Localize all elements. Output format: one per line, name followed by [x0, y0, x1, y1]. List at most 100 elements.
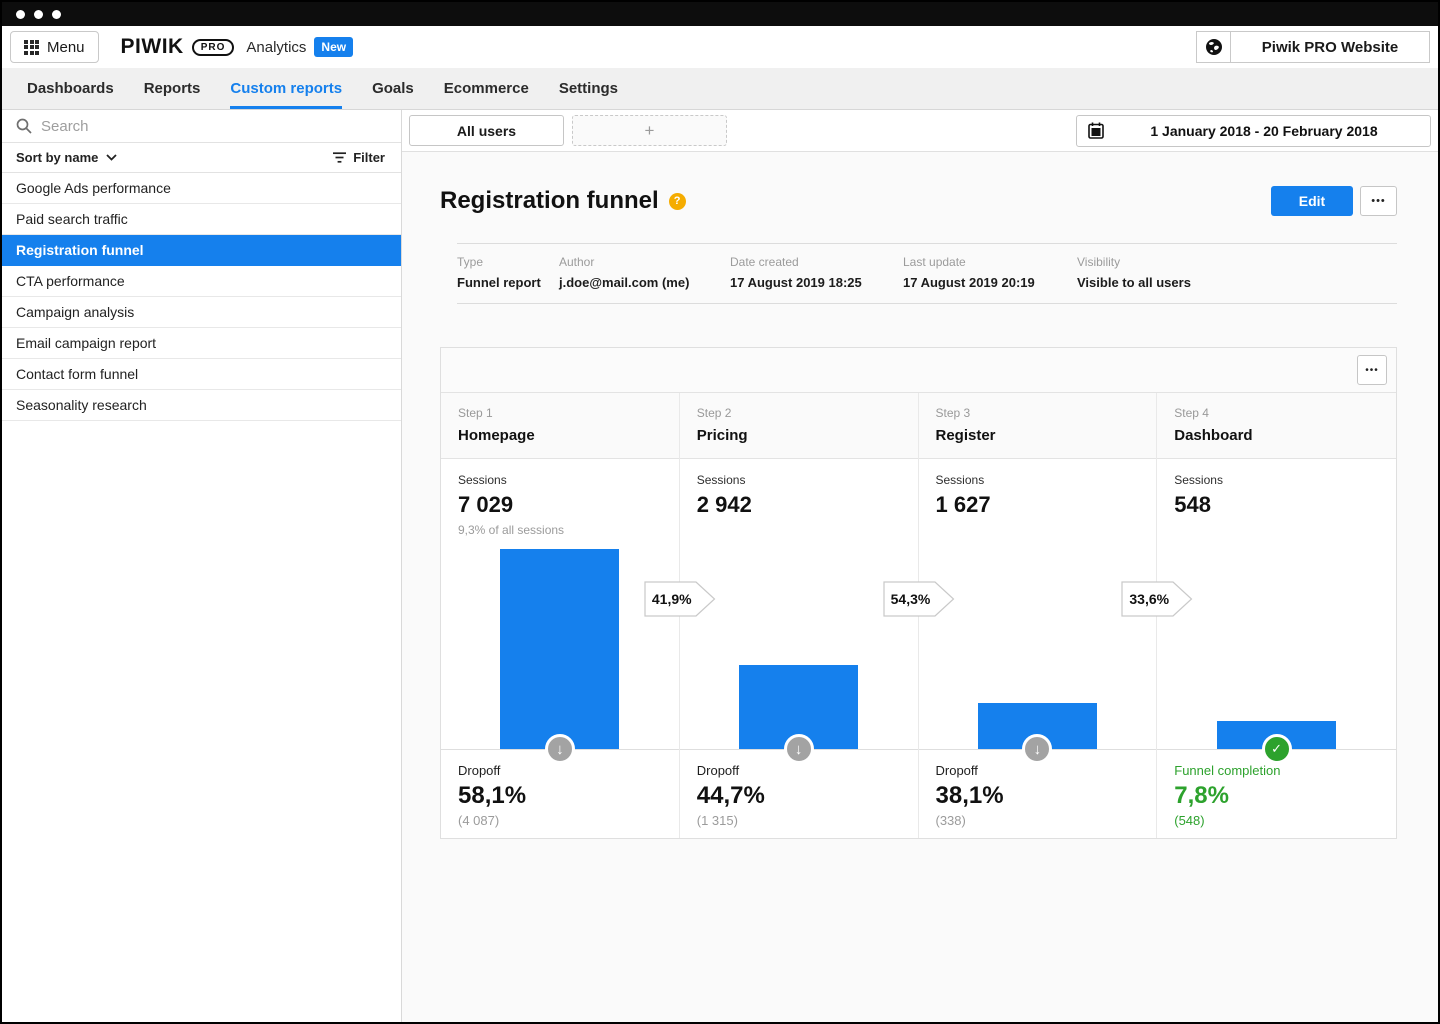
sidebar-item-registration-funnel[interactable]: Registration funnel [2, 235, 401, 266]
edit-button[interactable]: Edit [1271, 186, 1353, 216]
sort-label: Sort by name [16, 150, 98, 165]
sessions-value: 548 [1174, 492, 1379, 518]
filter-label: Filter [353, 150, 385, 165]
plus-icon: + [645, 121, 655, 141]
window-titlebar [2, 2, 1438, 26]
sessions-block: Sessions548 [1157, 459, 1396, 518]
more-options-button[interactable]: ••• [1360, 186, 1397, 216]
step-name: Pricing [697, 427, 901, 444]
meta-label: Visibility [1077, 255, 1191, 269]
stat-value: 7,8% [1174, 782, 1379, 810]
sessions-label: Sessions [697, 473, 901, 487]
grid-menu-icon [24, 40, 39, 55]
stat-value: 44,7% [697, 782, 901, 810]
brand-logo: PIWIK PRO Analytics New [121, 35, 354, 59]
step-name: Register [936, 427, 1140, 444]
date-range-text: 1 January 2018 - 20 February 2018 [1116, 123, 1430, 139]
sidebar-item-google-ads-performance[interactable]: Google Ads performance [2, 173, 401, 204]
dropoff-arrow-marker: ↓ [1022, 734, 1052, 764]
segment-all-users-button[interactable]: All users [409, 115, 564, 146]
sidebar: Sort by name Filter Google Ads performan… [2, 110, 402, 1022]
sidebar-item-contact-form-funnel[interactable]: Contact form funnel [2, 359, 401, 390]
page-title: Registration funnel [440, 187, 659, 215]
search-row [2, 110, 401, 143]
step-header: Step 3Register [919, 393, 1157, 459]
menu-label: Menu [47, 39, 85, 56]
tab-goals[interactable]: Goals [372, 68, 414, 109]
window-control-icon[interactable] [34, 10, 43, 19]
funnel-card: ••• Step 1HomepageSessions7 0299,3% of a… [440, 347, 1397, 839]
help-icon[interactable]: ? [669, 193, 686, 210]
site-selector[interactable]: Piwik PRO Website [1196, 31, 1430, 63]
funnel-bar[interactable] [500, 549, 619, 749]
meta-visibility: Visibility Visible to all users [1077, 255, 1191, 290]
sidebar-item-cta-performance[interactable]: CTA performance [2, 266, 401, 297]
sessions-label: Sessions [458, 473, 662, 487]
stat-value: 38,1% [936, 782, 1140, 810]
app-header: Menu PIWIK PRO Analytics New Piwik PRO W… [2, 26, 1438, 68]
meta-value: 17 August 2019 20:19 [903, 275, 1077, 290]
transition-badge: 54,3% [883, 581, 955, 617]
search-input[interactable] [41, 118, 387, 135]
sort-row: Sort by name Filter [2, 143, 401, 173]
globe-icon[interactable] [1196, 31, 1230, 63]
filter-button[interactable]: Filter [333, 150, 385, 165]
meta-value: Visible to all users [1077, 275, 1191, 290]
report-title-row: Registration funnel ? Edit ••• [440, 186, 1397, 216]
sidebar-item-paid-search-traffic[interactable]: Paid search traffic [2, 204, 401, 235]
chart-zone: ↓ [919, 550, 1157, 750]
date-range-picker[interactable]: 1 January 2018 - 20 February 2018 [1076, 115, 1431, 147]
product-name: Analytics [246, 39, 306, 56]
search-icon [16, 118, 32, 134]
meta-value: Funnel report [457, 275, 559, 290]
meta-last-update: Last update 17 August 2019 20:19 [903, 255, 1077, 290]
sessions-value: 2 942 [697, 492, 901, 518]
stat-label: Dropoff [697, 763, 901, 778]
menu-button[interactable]: Menu [10, 31, 99, 63]
sessions-label: Sessions [936, 473, 1140, 487]
calendar-icon [1088, 122, 1104, 139]
sessions-block: Sessions 1 627 [919, 459, 1157, 518]
tab-settings[interactable]: Settings [559, 68, 618, 109]
sidebar-item-email-campaign-report[interactable]: Email campaign report [2, 328, 401, 359]
window-control-icon[interactable] [16, 10, 25, 19]
step-header: Step 2Pricing [680, 393, 918, 459]
stat-count: (338) [936, 813, 1140, 828]
chart-zone: ↓ [680, 550, 918, 750]
step-header: Step 4Dashboard [1157, 393, 1396, 459]
meta-date-created: Date created17 August 2019 18:25 [730, 255, 903, 290]
funnel-more-options-button[interactable]: ••• [1357, 355, 1387, 385]
sidebar-item-seasonality-research[interactable]: Seasonality research [2, 390, 401, 421]
dropoff-arrow-marker: ↓ [545, 734, 575, 764]
add-segment-button[interactable]: + [572, 115, 727, 146]
sessions-value: 1 627 [936, 492, 1140, 518]
segment-toolbar: All users + 1 January 2018 - 20 February… [402, 110, 1438, 152]
meta-value: 17 August 2019 18:25 [730, 275, 903, 290]
window-control-icon[interactable] [52, 10, 61, 19]
new-badge: New [314, 37, 353, 57]
report-content: Registration funnel ? Edit ••• TypeFunne… [402, 152, 1438, 1022]
meta-label: Last update [903, 255, 1077, 269]
step-label: Step 1 [458, 406, 662, 420]
sidebar-item-campaign-analysis[interactable]: Campaign analysis [2, 297, 401, 328]
sessions-block: Sessions 2 942 [680, 459, 918, 518]
tab-custom-reports[interactable]: Custom reports [230, 68, 342, 109]
sort-by-name-control[interactable]: Sort by name [16, 150, 117, 165]
stat-count: (548) [1174, 813, 1379, 828]
stat-label: Funnel completion [1174, 763, 1379, 778]
step-header: Step 1Homepage [441, 393, 679, 459]
chevron-down-icon [106, 154, 117, 161]
tab-dashboards[interactable]: Dashboards [27, 68, 114, 109]
tab-ecommerce[interactable]: Ecommerce [444, 68, 529, 109]
chart-zone: ↓ [441, 550, 679, 750]
sessions-note: 9,3% of all sessions [458, 523, 662, 537]
chart-zone: ✓ [1157, 550, 1396, 750]
filter-icon [333, 152, 346, 163]
completion-check-marker: ✓ [1262, 734, 1292, 764]
site-name[interactable]: Piwik PRO Website [1230, 31, 1430, 63]
step-name: Dashboard [1174, 427, 1379, 444]
dropoff-arrow-marker: ↓ [784, 734, 814, 764]
report-meta: TypeFunnel reportAuthorj.doe@mail.com (m… [457, 243, 1397, 304]
tab-reports[interactable]: Reports [144, 68, 201, 109]
report-list: Google Ads performancePaid search traffi… [2, 173, 401, 421]
